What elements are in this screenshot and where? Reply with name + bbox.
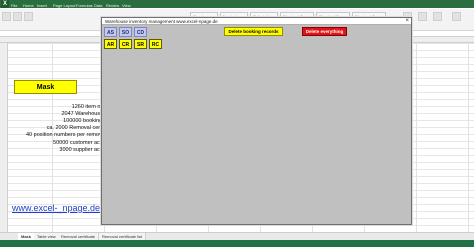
ribbon-tab-page-layout[interactable]: Page Layout [53, 3, 75, 8]
cd-button[interactable]: CD [134, 27, 147, 37]
ribbon-tab-view[interactable]: View [122, 3, 131, 8]
align-icon[interactable] [24, 12, 33, 21]
delete-booking-records-button[interactable]: Delete booking records [224, 27, 283, 36]
ribbon-tab-review[interactable]: Review [106, 3, 119, 8]
sheet-tabs-bar: Mask Table view Removal certificate Remo… [0, 232, 474, 240]
mask-button[interactable]: Mask [14, 80, 77, 94]
sheet-tab-mask[interactable]: Mask [18, 233, 36, 240]
close-icon[interactable]: × [405, 18, 409, 25]
ar-button[interactable]: AR [104, 39, 117, 49]
ribbon-tab-formulas[interactable]: Formulas [76, 3, 93, 8]
row-headers [0, 43, 8, 232]
delete-cells-icon[interactable] [418, 12, 427, 21]
paste-icon[interactable] [2, 12, 11, 21]
delete-everything-button[interactable]: Delete everything [302, 27, 347, 36]
ribbon-tab-data[interactable]: Data [94, 3, 102, 8]
cr-button[interactable]: CR [119, 39, 132, 49]
status-bar [0, 240, 474, 247]
ribbon-tab-file[interactable]: File [11, 3, 17, 8]
sheet-tab-removal-certificate-list[interactable]: Removal certificate list [99, 233, 147, 240]
ribbon-tab-strip: File Home Insert Page Layout Formulas Da… [0, 2, 474, 9]
format-cells-icon[interactable] [433, 12, 442, 21]
rc-button[interactable]: RC [149, 39, 162, 49]
website-link[interactable]: www.excel-_npage.de [12, 203, 100, 213]
dialog-title: Warehouse inventory management www.excel… [102, 18, 411, 25]
sheet-tab-table-view[interactable]: Table view [34, 233, 60, 240]
ribbon-tab-home[interactable]: Home [23, 3, 34, 8]
so-button[interactable]: SO [119, 27, 132, 37]
sort-filter-icon[interactable] [452, 12, 461, 21]
as-button[interactable]: AS [104, 27, 117, 37]
font-icon[interactable] [13, 12, 22, 21]
sr-button[interactable]: SR [134, 39, 147, 49]
ribbon-tab-insert[interactable]: Insert [37, 3, 47, 8]
sheet-tab-removal-certificate[interactable]: Removal certificate [58, 233, 100, 240]
inventory-dialog: Warehouse inventory management www.excel… [101, 17, 412, 225]
